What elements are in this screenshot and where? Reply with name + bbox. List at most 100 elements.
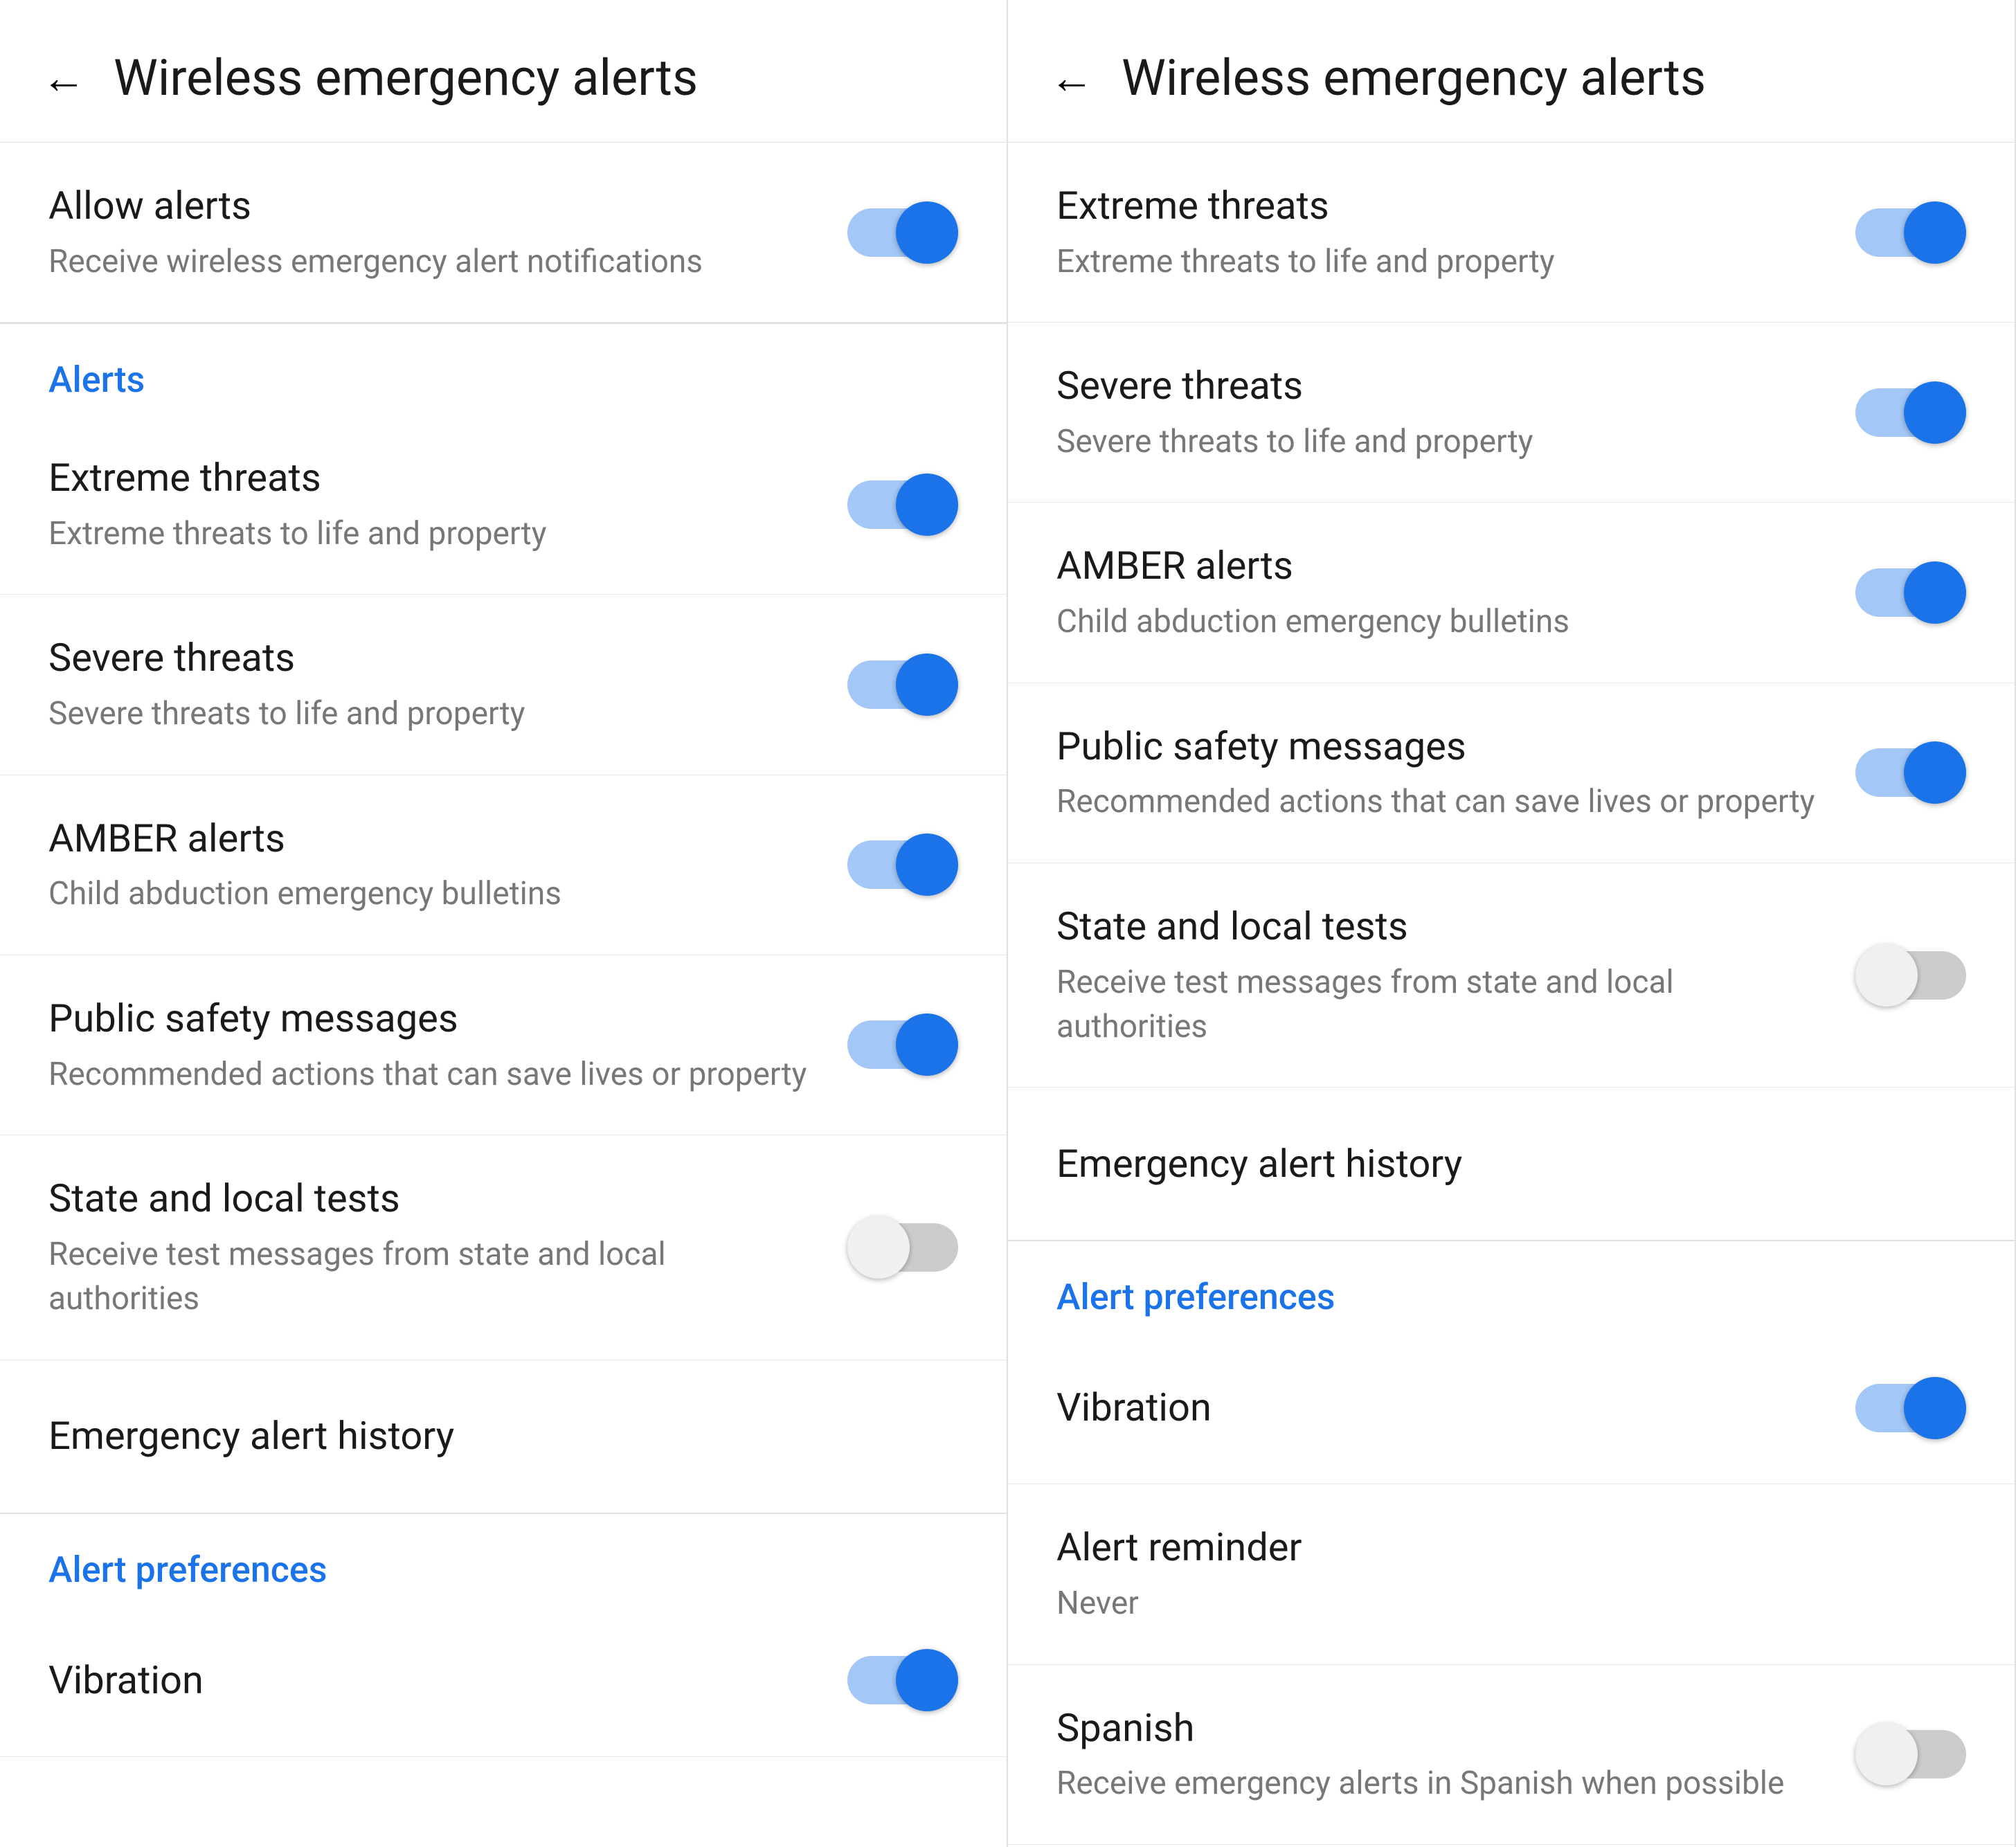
page-title-right: Wireless emergency alerts bbox=[1122, 48, 1706, 107]
public-safety-toggle-r[interactable] bbox=[1855, 741, 1966, 804]
amber-alerts-text-r: AMBER alerts Child abduction emergency b… bbox=[1056, 541, 1855, 644]
amber-alerts-title-r: AMBER alerts bbox=[1056, 541, 1828, 591]
vibration-title: Vibration bbox=[48, 1655, 820, 1706]
spanish-toggle[interactable] bbox=[1855, 1723, 1966, 1785]
severe-threats-title: Severe threats bbox=[48, 633, 820, 683]
severe-threats-item[interactable]: Severe threats Severe threats to life an… bbox=[0, 595, 1007, 775]
vibration-toggle[interactable] bbox=[847, 1649, 958, 1711]
extreme-threats-text-r: Extreme threats Extreme threats to life … bbox=[1056, 181, 1855, 284]
extreme-threats-toggle-r[interactable] bbox=[1855, 201, 1966, 264]
public-safety-item[interactable]: Public safety messages Recommended actio… bbox=[0, 955, 1007, 1135]
severe-threats-toggle[interactable] bbox=[847, 654, 958, 716]
back-button-left[interactable]: ← bbox=[42, 52, 86, 104]
header-right: ← Wireless emergency alerts bbox=[1008, 0, 2015, 143]
toggle-thumb bbox=[896, 834, 958, 896]
amber-alerts-subtitle: Child abduction emergency bulletins bbox=[48, 872, 820, 916]
severe-threats-item-r[interactable]: Severe threats Severe threats to life an… bbox=[1008, 323, 2015, 503]
extreme-threats-text: Extreme threats Extreme threats to life … bbox=[48, 453, 847, 556]
toggle-thumb bbox=[1904, 1377, 1966, 1439]
extreme-threats-subtitle-r: Extreme threats to life and property bbox=[1056, 240, 1828, 284]
allow-alerts-text: Allow alerts Receive wireless emergency … bbox=[48, 181, 847, 284]
state-local-toggle[interactable] bbox=[847, 1216, 958, 1279]
toggle-thumb bbox=[1855, 1723, 1918, 1785]
state-local-toggle-r[interactable] bbox=[1855, 944, 1966, 1007]
toggle-thumb bbox=[896, 201, 958, 264]
vibration-text-r: Vibration bbox=[1056, 1382, 1855, 1433]
emergency-history-text: Emergency alert history bbox=[48, 1411, 958, 1461]
state-local-title: State and local tests bbox=[48, 1173, 820, 1224]
header-left: ← Wireless emergency alerts bbox=[0, 0, 1007, 143]
alert-reminder-subtitle: Never bbox=[1056, 1581, 1938, 1625]
public-safety-text: Public safety messages Recommended actio… bbox=[48, 993, 847, 1097]
severe-threats-text-r: Severe threats Severe threats to life an… bbox=[1056, 361, 1855, 464]
settings-list-right: Extreme threats Extreme threats to life … bbox=[1008, 143, 2015, 1845]
toggle-thumb bbox=[896, 654, 958, 716]
public-safety-title: Public safety messages bbox=[48, 993, 820, 1044]
vibration-item[interactable]: Vibration bbox=[0, 1605, 1007, 1757]
panel-left: ← Wireless emergency alerts Allow alerts… bbox=[0, 0, 1008, 1847]
allow-alerts-subtitle: Receive wireless emergency alert notific… bbox=[48, 240, 820, 284]
allow-alerts-item[interactable]: Allow alerts Receive wireless emergency … bbox=[0, 143, 1007, 323]
vibration-text: Vibration bbox=[48, 1655, 847, 1706]
alert-reminder-title: Alert reminder bbox=[1056, 1522, 1938, 1573]
public-safety-item-r[interactable]: Public safety messages Recommended actio… bbox=[1008, 683, 2015, 863]
vibration-item-r[interactable]: Vibration bbox=[1008, 1332, 2015, 1484]
extreme-threats-item-r[interactable]: Extreme threats Extreme threats to life … bbox=[1008, 143, 2015, 323]
public-safety-toggle[interactable] bbox=[847, 1013, 958, 1076]
spanish-item[interactable]: Spanish Receive emergency alerts in Span… bbox=[1008, 1665, 2015, 1845]
state-local-title-r: State and local tests bbox=[1056, 901, 1828, 952]
amber-alerts-toggle[interactable] bbox=[847, 834, 958, 896]
preferences-section-label: Alert preferences bbox=[0, 1514, 1007, 1605]
page-title-left: Wireless emergency alerts bbox=[114, 48, 698, 107]
toggle-thumb bbox=[896, 474, 958, 536]
emergency-history-item-r[interactable]: Emergency alert history bbox=[1008, 1088, 2015, 1240]
state-local-item-r[interactable]: State and local tests Receive test messa… bbox=[1008, 863, 2015, 1088]
emergency-history-title: Emergency alert history bbox=[48, 1411, 930, 1461]
amber-alerts-text: AMBER alerts Child abduction emergency b… bbox=[48, 813, 847, 917]
public-safety-title-r: Public safety messages bbox=[1056, 721, 1828, 772]
vibration-toggle-r[interactable] bbox=[1855, 1377, 1966, 1439]
extreme-threats-title: Extreme threats bbox=[48, 453, 820, 503]
state-local-text: State and local tests Receive test messa… bbox=[48, 1173, 847, 1322]
vibration-title-r: Vibration bbox=[1056, 1382, 1828, 1433]
preferences-section-label-r: Alert preferences bbox=[1008, 1241, 2015, 1332]
state-local-text-r: State and local tests Receive test messa… bbox=[1056, 901, 1855, 1049]
public-safety-subtitle: Recommended actions that can save lives … bbox=[48, 1052, 820, 1097]
toggle-thumb bbox=[1904, 741, 1966, 804]
amber-alerts-toggle-r[interactable] bbox=[1855, 561, 1966, 624]
extreme-threats-subtitle: Extreme threats to life and property bbox=[48, 512, 820, 556]
spanish-title: Spanish bbox=[1056, 1703, 1828, 1754]
toggle-thumb bbox=[896, 1649, 958, 1711]
allow-alerts-title: Allow alerts bbox=[48, 181, 820, 231]
severe-threats-toggle-r[interactable] bbox=[1855, 381, 1966, 444]
extreme-threats-title-r: Extreme threats bbox=[1056, 181, 1828, 231]
amber-alerts-item-r[interactable]: AMBER alerts Child abduction emergency b… bbox=[1008, 503, 2015, 683]
toggle-thumb bbox=[1904, 561, 1966, 624]
severe-threats-subtitle-r: Severe threats to life and property bbox=[1056, 420, 1828, 464]
spanish-subtitle: Receive emergency alerts in Spanish when… bbox=[1056, 1761, 1828, 1805]
toggle-thumb bbox=[896, 1013, 958, 1076]
toggle-thumb bbox=[1904, 201, 1966, 264]
toggle-thumb bbox=[1855, 944, 1918, 1007]
emergency-history-item[interactable]: Emergency alert history bbox=[0, 1360, 1007, 1513]
extreme-threats-item[interactable]: Extreme threats Extreme threats to life … bbox=[0, 415, 1007, 595]
spanish-text: Spanish Receive emergency alerts in Span… bbox=[1056, 1703, 1855, 1806]
alert-reminder-text: Alert reminder Never bbox=[1056, 1522, 1966, 1625]
extreme-threats-toggle[interactable] bbox=[847, 474, 958, 536]
public-safety-subtitle-r: Recommended actions that can save lives … bbox=[1056, 780, 1828, 824]
emergency-history-text-r: Emergency alert history bbox=[1056, 1139, 1966, 1189]
state-local-item[interactable]: State and local tests Receive test messa… bbox=[0, 1135, 1007, 1360]
amber-alerts-title: AMBER alerts bbox=[48, 813, 820, 864]
toggle-thumb bbox=[1904, 381, 1966, 444]
alerts-section-label: Alerts bbox=[0, 324, 1007, 415]
toggle-thumb bbox=[847, 1216, 910, 1279]
emergency-history-title-r: Emergency alert history bbox=[1056, 1139, 1938, 1189]
amber-alerts-subtitle-r: Child abduction emergency bulletins bbox=[1056, 600, 1828, 644]
severe-threats-title-r: Severe threats bbox=[1056, 361, 1828, 411]
allow-alerts-toggle[interactable] bbox=[847, 201, 958, 264]
alert-reminder-item[interactable]: Alert reminder Never bbox=[1008, 1484, 2015, 1664]
state-local-subtitle-r: Receive test messages from state and loc… bbox=[1056, 960, 1828, 1049]
back-button-right[interactable]: ← bbox=[1050, 52, 1094, 104]
amber-alerts-item[interactable]: AMBER alerts Child abduction emergency b… bbox=[0, 775, 1007, 955]
severe-threats-subtitle: Severe threats to life and property bbox=[48, 692, 820, 736]
